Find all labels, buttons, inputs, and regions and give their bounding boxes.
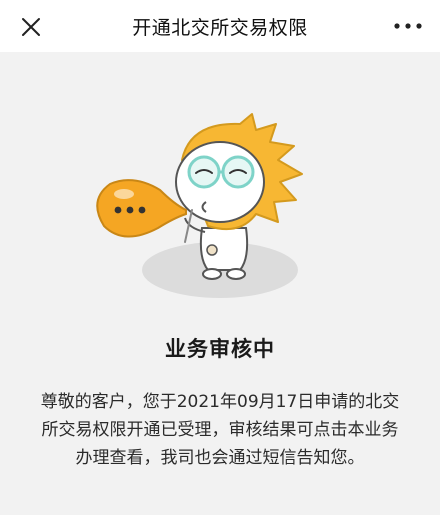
more-icon[interactable]	[392, 18, 424, 34]
top-nav-bar: 开通北交所交易权限	[0, 0, 440, 52]
mascot-illustration	[96, 113, 303, 298]
notice-message: 尊敬的客户，您于2021年09月17日申请的北交所交易权限开通已受理，审核结果可…	[40, 392, 400, 468]
speech-bubble	[96, 179, 187, 238]
status-title: 业务审核中	[165, 337, 275, 361]
page-title: 开通北交所交易权限	[132, 17, 308, 39]
